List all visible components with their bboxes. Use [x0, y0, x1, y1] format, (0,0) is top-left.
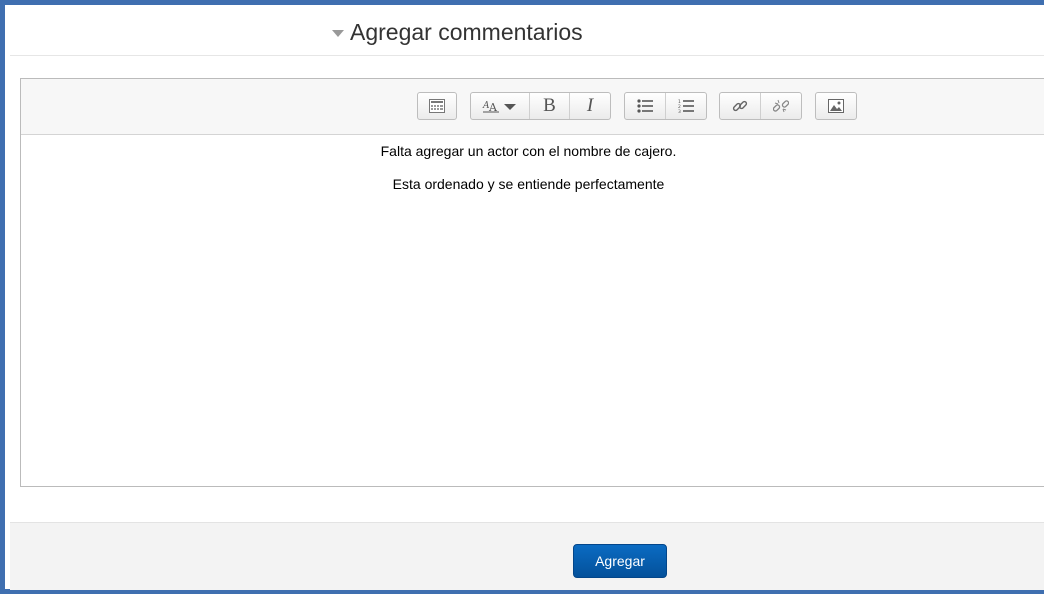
section-header: Agregar commentarios: [10, 8, 1044, 56]
toolbar-group-toggle: [417, 92, 457, 120]
comment-line: Esta ordenado y se entiende perfectament…: [392, 176, 665, 192]
toolbar-toggle-button[interactable]: [418, 93, 456, 119]
svg-text:A: A: [488, 101, 498, 113]
bullet-list-icon: [637, 99, 653, 113]
numbered-list-icon: 1 2 3: [678, 99, 694, 113]
bold-button[interactable]: B: [530, 93, 570, 119]
toolbar-group-format: A A B I: [470, 92, 611, 120]
svg-text:3: 3: [678, 109, 681, 113]
ordered-list-button[interactable]: 1 2 3: [666, 93, 706, 119]
image-icon: [828, 99, 844, 113]
toolbar-group-media: [815, 92, 857, 120]
section-toggle[interactable]: Agregar commentarios: [332, 19, 583, 46]
bold-icon: B: [543, 95, 556, 116]
caret-down-icon[interactable]: [332, 30, 344, 37]
comment-editor[interactable]: A A B I 1 2 3 Falta agregar un actor con…: [20, 78, 1044, 487]
agregar-button[interactable]: Agregar: [573, 544, 667, 578]
font-style-button[interactable]: A A: [471, 93, 530, 119]
link-icon: [732, 100, 748, 112]
image-button[interactable]: [816, 93, 856, 119]
link-button[interactable]: [720, 93, 761, 119]
italic-button[interactable]: I: [570, 93, 610, 119]
editor-toolbar: A A B I 1 2 3: [21, 79, 1044, 135]
unlink-icon: [773, 99, 789, 113]
toolbar-toggle-icon: [429, 99, 445, 113]
toolbar-group-links: [719, 92, 802, 120]
form-footer: Agregar: [10, 522, 1044, 590]
section-title[interactable]: Agregar commentarios: [350, 19, 583, 46]
toolbar-group-lists: 1 2 3: [624, 92, 707, 120]
comment-line: Falta agregar un actor con el nombre de …: [380, 143, 677, 159]
font-style-icon: A A: [482, 101, 516, 113]
unlink-button[interactable]: [761, 93, 801, 119]
italic-icon: I: [586, 95, 594, 116]
unordered-list-button[interactable]: [625, 93, 666, 119]
